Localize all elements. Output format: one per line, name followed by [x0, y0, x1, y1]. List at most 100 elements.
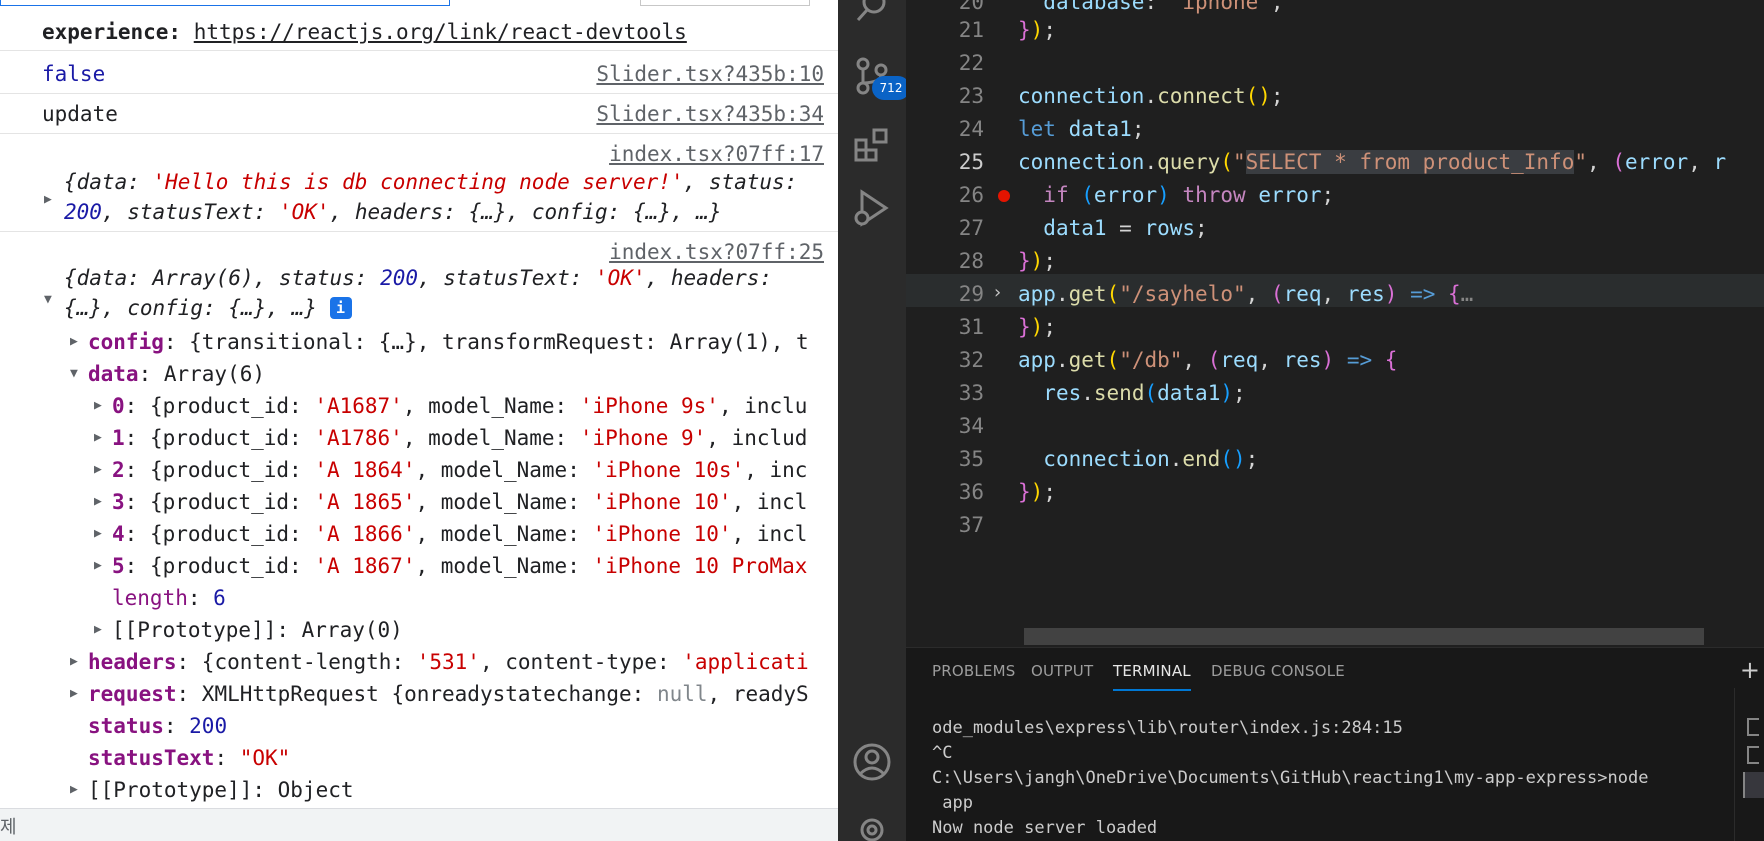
console-message-partial: experience: https://reactjs.org/link/rea… [42, 18, 687, 50]
terminal-line: app [932, 793, 973, 813]
tab-terminal[interactable]: TERMINAL [1113, 662, 1191, 680]
array-item[interactable]: ▶ 0: {product_id: 'A1687', model_Name: '… [94, 392, 807, 420]
array-item[interactable]: ▶ 1: {product_id: 'A1786', model_Name: '… [94, 424, 807, 452]
terminal-line: C:\Users\jangh\OneDrive\Documents\GitHub… [932, 768, 1649, 788]
line-number: 29 [958, 282, 984, 306]
code-line: let data1; [1018, 117, 1145, 141]
tab-debug-console[interactable]: DEBUG CONSOLE [1211, 662, 1345, 680]
expand-triangle-icon[interactable]: ▶ [44, 192, 52, 207]
bottom-char: 제 [0, 817, 17, 838]
devtools-console: experience: https://reactjs.org/link/rea… [0, 0, 838, 841]
activity-bar: 712 [838, 0, 910, 841]
chevron-right-icon[interactable]: › [994, 282, 1001, 303]
code-line: if (error) throw error; [1043, 183, 1335, 207]
array-item[interactable]: ▶ 2: {product_id: 'A 1864', model_Name: … [94, 456, 807, 484]
account-icon[interactable] [852, 742, 892, 782]
terminal-line: ode_modules\express\lib\router\index.js:… [932, 718, 1403, 738]
prop-prototype-object[interactable]: ▶ [[Prototype]]: Object [70, 776, 354, 804]
expand-triangle-icon[interactable]: ▶ [94, 488, 102, 516]
gear-icon[interactable] [852, 810, 892, 841]
extensions-icon[interactable] [852, 124, 892, 164]
array-item[interactable]: ▶ 5: {product_id: 'A 1867', model_Name: … [94, 552, 807, 580]
prop-prototype-array[interactable]: ▶ [[Prototype]]: Array(0) [94, 616, 403, 644]
object-preview-line1: {data: 'Hello this is db connecting node… [64, 170, 798, 194]
prop-data[interactable]: ▼ data: Array(6) [70, 360, 265, 388]
code-line: }); [1018, 480, 1056, 504]
collapse-triangle-icon[interactable]: ▼ [44, 292, 52, 307]
object-preview-line2: {…}, config: {…}, …} i [64, 296, 352, 320]
prop-length: length: 6 [112, 586, 226, 610]
source-link[interactable]: Slider.tsx?435b:10 [596, 62, 824, 86]
line-number: 37 [958, 513, 984, 537]
expand-triangle-icon[interactable]: ▶ [94, 552, 102, 580]
console-bottom-bar: 제 [0, 808, 838, 841]
message-label: experience: [42, 20, 182, 44]
line-number: 28 [958, 249, 984, 273]
line-number: 32 [958, 348, 984, 372]
expand-triangle-icon[interactable]: ▶ [94, 392, 102, 420]
run-debug-icon[interactable] [852, 188, 892, 228]
line-number: 33 [958, 381, 984, 405]
line-number: 22 [958, 51, 984, 75]
source-link[interactable]: Slider.tsx?435b:34 [596, 102, 824, 126]
source-link[interactable]: index.tsx?07ff:17 [609, 142, 824, 166]
prop-request[interactable]: ▶ request: XMLHttpRequest {onreadystatec… [70, 680, 809, 708]
filter-input-fragment[interactable] [0, 0, 450, 6]
expand-triangle-icon[interactable]: ▶ [70, 680, 78, 708]
prop-statustext: statusText: "OK" [88, 746, 291, 770]
terminal-line: ^C [932, 743, 953, 763]
toolbar-fragment [640, 0, 810, 6]
code-line: connection.query("SELECT * from product_… [1018, 150, 1727, 174]
line-number: 31 [958, 315, 984, 339]
devtools-link[interactable]: https://reactjs.org/link/react-devtools [194, 20, 687, 44]
expand-triangle-icon[interactable]: ▶ [70, 328, 78, 356]
code-editor[interactable]: 20 database: "iphone", 21 }); 22 23 conn… [906, 0, 1764, 647]
code-line: }); [1018, 315, 1056, 339]
code-line: res.send(data1); [1043, 381, 1246, 405]
code-line: }); [1018, 18, 1056, 42]
horizontal-scrollbar[interactable] [1024, 628, 1704, 645]
line-number: 21 [958, 18, 984, 42]
prop-headers[interactable]: ▶ headers: {content-length: '531', conte… [70, 648, 809, 676]
code-line: database: "iphone", [1043, 0, 1284, 14]
terminal-instance-icon[interactable] [1747, 718, 1759, 736]
tab-problems[interactable]: PROBLEMS [932, 662, 1015, 680]
code-line: app.get("/sayhelo", (req, res) => {… [1018, 282, 1474, 306]
log-text: false [42, 62, 106, 86]
log-text: update [42, 102, 118, 126]
collapse-triangle-icon[interactable]: ▼ [70, 360, 78, 388]
code-line: connection.end(); [1043, 447, 1259, 471]
expand-triangle-icon[interactable]: ▶ [94, 456, 102, 484]
line-number: 20 [958, 0, 984, 14]
add-terminal-icon[interactable]: + [1740, 656, 1760, 684]
array-item[interactable]: ▶ 4: {product_id: 'A 1866', model_Name: … [94, 520, 807, 548]
expand-triangle-icon[interactable]: ▶ [94, 424, 102, 452]
source-link[interactable]: index.tsx?07ff:25 [609, 240, 824, 264]
prop-config[interactable]: ▶ config: {transitional: {…}, transformR… [70, 328, 809, 356]
tab-output[interactable]: OUTPUT [1031, 662, 1093, 680]
array-item[interactable]: ▶ 3: {product_id: 'A 1865', model_Name: … [94, 488, 807, 516]
console-log-row: false Slider.tsx?435b:10 [0, 54, 838, 94]
info-icon[interactable]: i [329, 297, 352, 319]
line-number: 26 [958, 183, 984, 207]
line-number: 24 [958, 117, 984, 141]
code-line: app.get("/db", (req, res) => { [1018, 348, 1398, 372]
breakpoint-icon[interactable] [998, 190, 1010, 202]
line-number: 25 [958, 150, 984, 174]
line-number: 27 [958, 216, 984, 240]
search-icon[interactable] [852, 0, 892, 28]
terminal-list[interactable] [1734, 688, 1764, 841]
terminal-instance-icon[interactable] [1747, 746, 1759, 764]
prop-status: status: 200 [88, 714, 228, 738]
terminal-line: Now node server loaded [932, 818, 1158, 838]
expand-triangle-icon[interactable]: ▶ [94, 520, 102, 548]
console-object-expanded: index.tsx?07ff:25 ▼ {data: Array(6), sta… [0, 232, 838, 802]
console-log-row: update Slider.tsx?435b:34 [0, 94, 838, 134]
object-preview-line1: {data: Array(6), status: 200, statusText… [64, 266, 773, 290]
console-object-row: index.tsx?07ff:17 ▶ {data: 'Hello this i… [0, 134, 838, 232]
expand-triangle-icon[interactable]: ▶ [94, 616, 102, 644]
terminal-instance-icon-active[interactable] [1743, 772, 1764, 798]
expand-triangle-icon[interactable]: ▶ [70, 776, 78, 804]
line-number: 34 [958, 414, 984, 438]
expand-triangle-icon[interactable]: ▶ [70, 648, 78, 676]
